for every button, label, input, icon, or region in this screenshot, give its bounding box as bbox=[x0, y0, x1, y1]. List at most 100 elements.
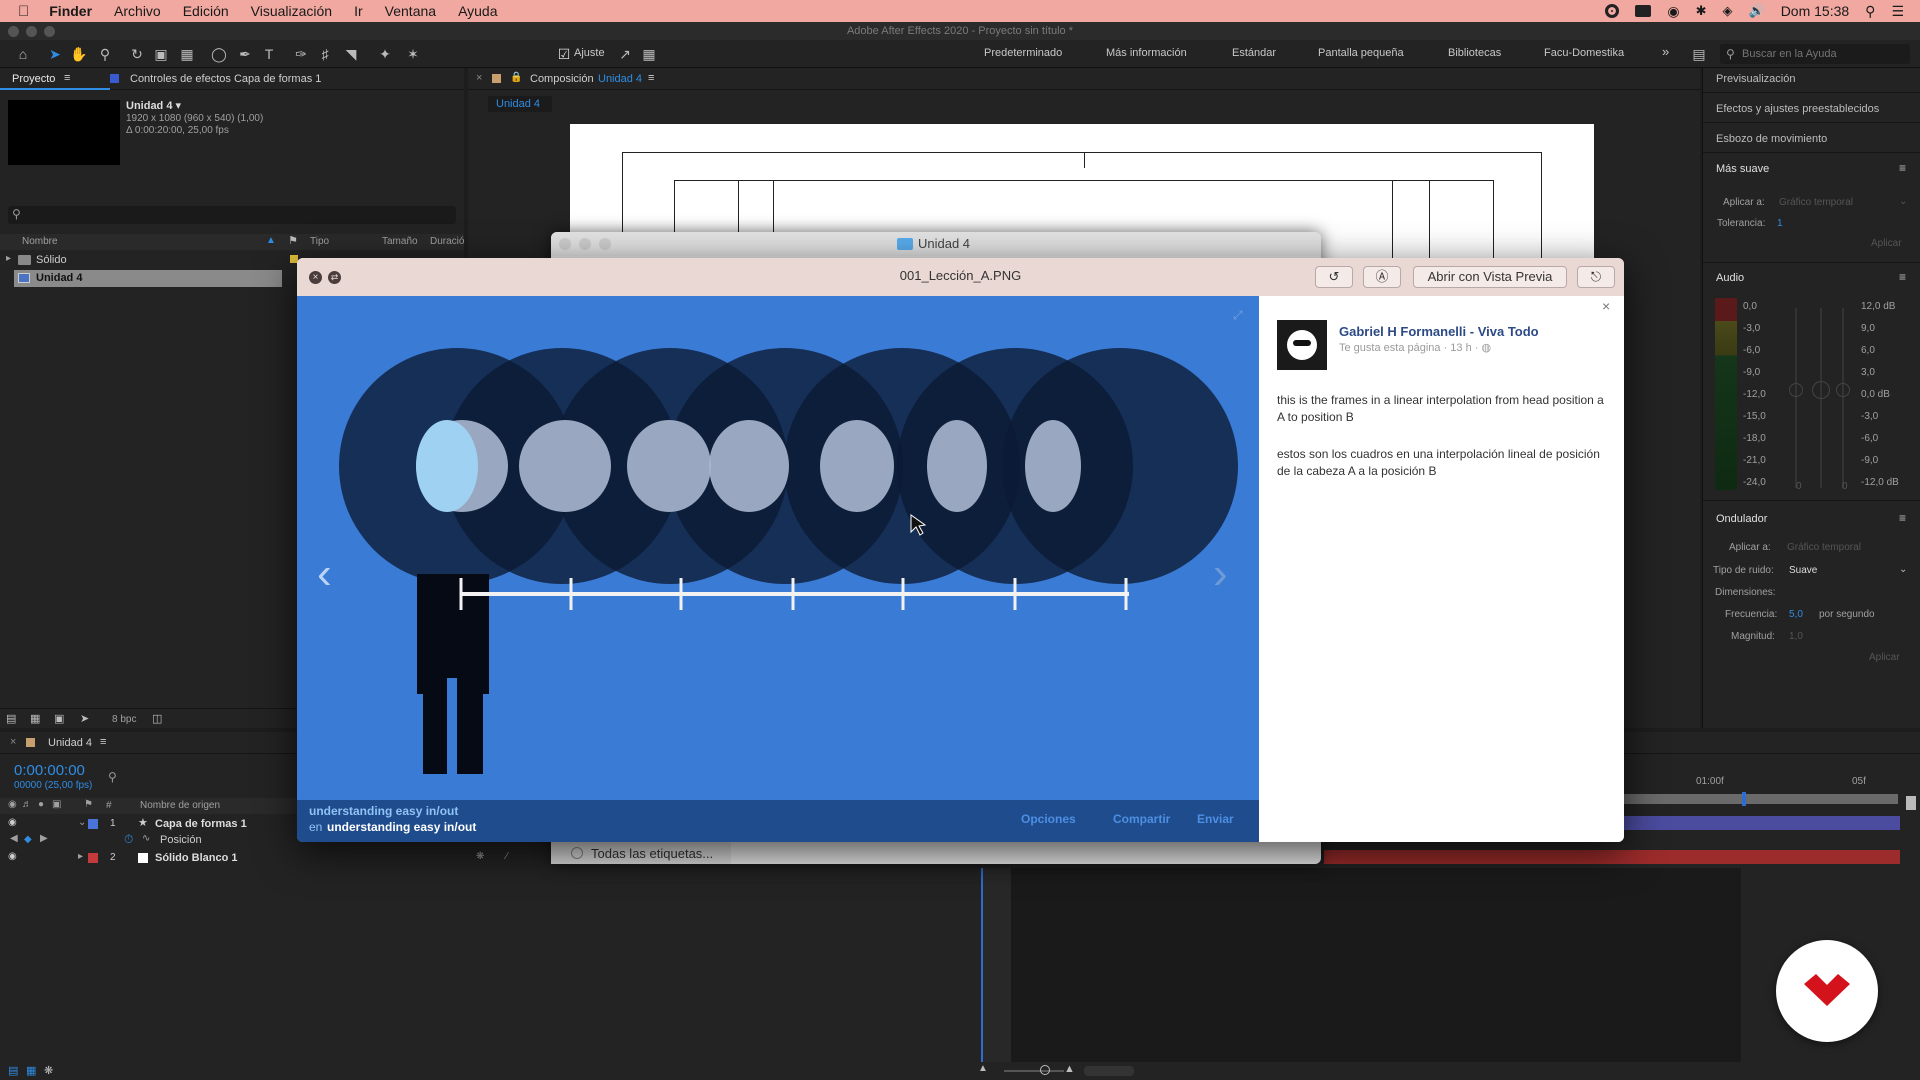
selection-tool-icon[interactable]: ➤ bbox=[46, 45, 64, 63]
layer-bar-shape[interactable] bbox=[1624, 816, 1900, 830]
bit-depth-button[interactable]: 8 bpc bbox=[112, 714, 136, 725]
parent-link-icon[interactable]: ∕ bbox=[506, 851, 508, 862]
lock-icon[interactable]: 🔒 bbox=[510, 72, 522, 83]
workspace-layout-icon[interactable]: ▤ bbox=[1690, 45, 1708, 63]
screen-icon[interactable] bbox=[1635, 5, 1652, 17]
transfer-modes-icon[interactable]: ▦ bbox=[26, 1064, 36, 1077]
minimize-window-icon[interactable] bbox=[579, 238, 591, 250]
timecode-display[interactable]: 0:00:00:00 bbox=[14, 762, 85, 779]
project-search-input[interactable]: ⚲ bbox=[8, 206, 456, 224]
chevron-down-icon[interactable]: ⌄ bbox=[1899, 196, 1907, 207]
menu-archivo[interactable]: Archivo bbox=[114, 3, 161, 19]
disclosure-triangle-icon[interactable]: ⌄ bbox=[78, 817, 86, 828]
page-name-link[interactable]: Gabriel H Formanelli - Viva Todo bbox=[1339, 324, 1539, 339]
send-link[interactable]: Enviar bbox=[1197, 812, 1234, 826]
help-search-input[interactable] bbox=[1742, 46, 1902, 62]
stopwatch-icon[interactable]: ⏱ bbox=[124, 832, 133, 847]
comp-flowchart-tab[interactable]: Unidad 4 bbox=[488, 96, 552, 112]
snap-checkbox-icon[interactable]: ☑ bbox=[555, 45, 573, 63]
trash-icon[interactable]: ◫ bbox=[152, 712, 162, 725]
layer-name[interactable]: Sólido Blanco 1 bbox=[155, 852, 238, 864]
rotate-icon[interactable]: ↺ bbox=[1315, 266, 1353, 288]
render-queue-icon[interactable]: ➤ bbox=[80, 712, 89, 725]
magnitude-value[interactable]: 1,0 bbox=[1789, 631, 1803, 642]
timeline-tab[interactable]: Unidad 4 bbox=[48, 737, 92, 749]
wifi-icon[interactable]: ◈ bbox=[1723, 3, 1733, 19]
pen-tool-icon[interactable]: ✒ bbox=[236, 45, 254, 63]
disclosure-triangle-icon[interactable]: ▸ bbox=[6, 253, 11, 264]
workspace-pantalla-pequena[interactable]: Pantalla pequeña bbox=[1318, 47, 1404, 59]
wiggler-apply-button[interactable]: Aplicar bbox=[1869, 652, 1900, 663]
notification-center-icon[interactable]: ☰ bbox=[1891, 3, 1904, 20]
close-tab-icon[interactable]: × bbox=[476, 72, 482, 84]
expand-icon[interactable]: ⤢ bbox=[1233, 308, 1243, 323]
record-icon[interactable] bbox=[1605, 4, 1620, 18]
panel-motion-sketch[interactable]: Esbozo de movimiento bbox=[1716, 133, 1827, 145]
volume-icon[interactable]: 🔊 bbox=[1749, 3, 1765, 19]
new-folder-icon[interactable]: ▦ bbox=[30, 712, 40, 725]
minimize-window-icon[interactable] bbox=[26, 26, 37, 37]
roto-brush-tool-icon[interactable]: ✦ bbox=[376, 45, 394, 63]
zoom-out-icon[interactable]: ▲ bbox=[978, 1063, 988, 1074]
work-area-marker[interactable] bbox=[1742, 792, 1746, 806]
menu-visualizacion[interactable]: Visualización bbox=[251, 3, 332, 19]
audio-slider-handle[interactable] bbox=[1836, 383, 1850, 397]
brush-tool-icon[interactable]: ✑ bbox=[292, 45, 310, 63]
workspace-mas-informacion[interactable]: Más información bbox=[1106, 47, 1187, 59]
eye-icon[interactable]: ◉ bbox=[8, 851, 17, 862]
share-link[interactable]: Compartir bbox=[1113, 812, 1170, 826]
share-icon[interactable]: ⎋ bbox=[1577, 266, 1615, 288]
menu-ayuda[interactable]: Ayuda bbox=[458, 3, 497, 19]
markup-icon[interactable]: Ⓐ bbox=[1363, 266, 1401, 288]
scrollbar-handle[interactable] bbox=[1906, 796, 1916, 810]
zoom-tool-icon[interactable]: ⚲ bbox=[96, 45, 114, 63]
panel-preview[interactable]: Previsualización bbox=[1716, 73, 1795, 85]
puppet-pin-tool-icon[interactable]: ✶ bbox=[404, 45, 422, 63]
panel-effects-presets[interactable]: Efectos y ajustes preestablecidos bbox=[1716, 103, 1879, 115]
col-tipo[interactable]: Tipo bbox=[310, 236, 329, 247]
label-color-icon[interactable] bbox=[88, 853, 98, 863]
sort-asc-icon[interactable]: ▲ bbox=[266, 235, 276, 246]
apply-to-dropdown[interactable]: Gráfico temporal bbox=[1779, 197, 1853, 208]
help-search-box[interactable]: ⚲ bbox=[1720, 44, 1910, 64]
menu-ir[interactable]: Ir bbox=[354, 3, 363, 19]
tab-proyecto[interactable]: Proyecto bbox=[12, 73, 55, 85]
property-name[interactable]: Posición bbox=[160, 834, 202, 846]
close-icon[interactable]: × bbox=[1602, 298, 1610, 314]
finder-sidebar-tags[interactable]: Todas las etiquetas... bbox=[551, 842, 731, 864]
label-color-icon[interactable] bbox=[88, 819, 98, 829]
frequency-value[interactable]: 5,0 bbox=[1789, 609, 1803, 620]
open-with-preview-button[interactable]: Abrir con Vista Previa bbox=[1413, 266, 1567, 288]
creative-cloud-icon[interactable]: ◉ bbox=[1667, 3, 1679, 20]
panel-menu-icon[interactable]: ≡ bbox=[648, 72, 654, 84]
clone-stamp-tool-icon[interactable]: ♯ bbox=[316, 45, 334, 63]
all-tags-label[interactable]: Todas las etiquetas... bbox=[591, 846, 713, 861]
album-sub-link[interactable]: understanding easy in/out bbox=[327, 820, 476, 834]
tab-effects-controls[interactable]: Controles de efectos Capa de formas 1 bbox=[130, 73, 321, 85]
smoother-apply-button[interactable]: Aplicar bbox=[1871, 238, 1902, 249]
close-window-icon[interactable] bbox=[8, 26, 19, 37]
project-item-name[interactable]: Unidad 4 ▾ bbox=[126, 99, 181, 112]
hand-tool-icon[interactable]: ✋ bbox=[70, 45, 88, 63]
eye-icon[interactable]: ◉ bbox=[8, 817, 17, 828]
keyframe-nav-icon[interactable]: ▶ bbox=[40, 833, 48, 844]
layer-switches-icon[interactable]: ▤ bbox=[8, 1064, 18, 1077]
ellipse-tool-icon[interactable]: ◯ bbox=[210, 45, 228, 63]
menubar-clock[interactable]: Dom 15:38 bbox=[1781, 3, 1849, 19]
album-title[interactable]: understanding easy in/out bbox=[309, 804, 458, 818]
timeline-search-icon[interactable]: ⚲ bbox=[108, 770, 117, 784]
list-item[interactable]: ▸ Sólido bbox=[0, 252, 300, 269]
snap-grid-icon[interactable]: ▦ bbox=[640, 45, 658, 63]
type-tool-icon[interactable]: T bbox=[260, 45, 278, 63]
wiggler-apply-dropdown[interactable]: Gráfico temporal bbox=[1787, 542, 1861, 553]
tab-comp-name[interactable]: Unidad 4 bbox=[598, 73, 642, 85]
interpret-footage-icon[interactable]: ▤ bbox=[6, 712, 16, 725]
col-source-name[interactable]: Nombre de origen bbox=[140, 800, 220, 811]
zoom-window-icon[interactable] bbox=[599, 238, 611, 250]
panel-menu-icon[interactable]: ≡ bbox=[100, 736, 106, 748]
panel-menu-icon[interactable]: ≡ bbox=[1899, 511, 1906, 525]
pan-behind-tool-icon[interactable]: ▦ bbox=[178, 45, 196, 63]
chevron-down-icon[interactable]: ⌄ bbox=[1899, 564, 1907, 575]
fb-photo[interactable]: ‹ › ⤢ bbox=[297, 296, 1259, 842]
table-row[interactable]: ◉ ▸ 2 Sólido Blanco 1 ❋ ∕ bbox=[0, 850, 508, 866]
